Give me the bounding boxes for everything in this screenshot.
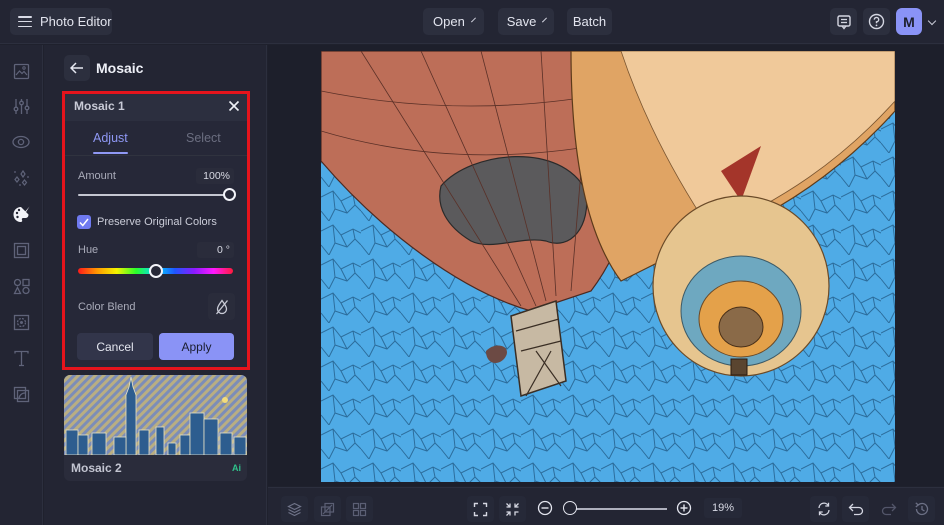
grid-view-button[interactable] — [346, 496, 373, 522]
sparkles-icon — [14, 169, 29, 186]
overlay-icon — [13, 386, 29, 402]
preserve-colors-checkbox[interactable] — [77, 215, 91, 229]
rail-item-text[interactable] — [11, 348, 31, 368]
plus-circle-icon — [676, 500, 692, 516]
feedback-button[interactable] — [830, 8, 857, 35]
checkmark-icon — [79, 218, 89, 227]
zoom-slider[interactable] — [575, 508, 667, 510]
open-button[interactable]: Open — [423, 8, 484, 35]
edited-photo-canvas[interactable] — [321, 51, 895, 482]
hot-air-balloons-mosaic-image — [321, 51, 895, 482]
save-label: Save — [506, 14, 537, 29]
city-skyline-thumbnail — [64, 375, 247, 455]
text-icon — [13, 350, 29, 366]
save-button[interactable]: Save — [498, 8, 554, 35]
fit-to-screen-button[interactable] — [467, 496, 494, 522]
chevron-down-icon — [470, 17, 476, 23]
rail-item-textures[interactable] — [11, 312, 31, 332]
minus-circle-icon — [537, 500, 553, 516]
tab-adjust[interactable]: Adjust — [93, 131, 128, 145]
preset-thumbnail — [64, 375, 247, 455]
history-icon — [914, 502, 928, 516]
preset-card-mosaic-2[interactable]: Mosaic 2 Ai — [64, 375, 247, 481]
refresh-icon — [817, 502, 830, 516]
redo-icon — [881, 503, 896, 516]
texture-icon — [13, 314, 29, 330]
preset-name: Mosaic 2 — [71, 461, 122, 475]
rail-item-adjustments[interactable] — [11, 96, 31, 116]
avatar-initial: M — [903, 13, 915, 30]
hamburger-icon — [18, 16, 32, 27]
zoom-out-button[interactable] — [537, 500, 553, 516]
rail-item-artsy[interactable] — [11, 204, 31, 224]
grid-icon — [352, 502, 367, 516]
tab-select[interactable]: Select — [186, 131, 221, 145]
shrink-icon — [506, 502, 519, 516]
color-blend-button[interactable] — [208, 293, 235, 320]
history-button[interactable] — [908, 496, 935, 522]
zoom-in-button[interactable] — [676, 500, 692, 516]
no-blend-icon — [215, 298, 228, 314]
redo-button[interactable] — [875, 496, 902, 522]
tab-divider — [65, 155, 247, 156]
amount-value-input[interactable]: 100% — [196, 168, 234, 184]
hue-slider-handle[interactable] — [148, 264, 163, 278]
chevron-down-icon — [542, 17, 548, 23]
shapes-icon — [12, 278, 30, 294]
rail-item-frames[interactable] — [11, 240, 31, 260]
artsy-palette-icon — [13, 206, 29, 222]
apply-button[interactable]: Apply — [159, 333, 234, 360]
help-icon — [868, 13, 885, 30]
hue-label: Hue — [78, 244, 99, 256]
compare-button[interactable] — [314, 496, 341, 522]
adjustments-icon — [13, 98, 29, 114]
arrow-left-icon — [70, 62, 83, 74]
amount-slider[interactable] — [78, 194, 230, 196]
undo-button[interactable] — [842, 496, 869, 522]
batch-label: Batch — [572, 14, 607, 29]
frame-icon — [13, 242, 29, 258]
reset-button[interactable] — [810, 496, 837, 522]
panel-title: Mosaic — [96, 60, 144, 76]
actual-size-button[interactable] — [499, 496, 526, 522]
main-menu-button[interactable]: Photo Editor — [10, 8, 112, 35]
zoom-slider-handle[interactable] — [563, 501, 577, 515]
rail-item-effects[interactable] — [11, 132, 31, 152]
feedback-icon — [836, 14, 851, 30]
close-effect-button[interactable] — [227, 99, 241, 113]
user-avatar[interactable]: M — [896, 8, 922, 35]
rail-item-image[interactable] — [11, 61, 31, 81]
preserve-colors-label: Preserve Original Colors — [97, 216, 217, 228]
open-label: Open — [433, 14, 465, 29]
effect-card-title: Mosaic 1 — [74, 99, 125, 113]
active-tab-indicator — [93, 152, 128, 154]
amount-label: Amount — [78, 170, 116, 182]
layers-icon — [287, 502, 302, 516]
zoom-level-value[interactable]: 19% — [704, 498, 742, 518]
color-blend-label: Color Blend — [78, 301, 136, 313]
rail-item-touch-up[interactable] — [11, 168, 31, 188]
layers-button[interactable] — [281, 496, 308, 522]
cancel-button[interactable]: Cancel — [77, 333, 153, 360]
ai-badge: Ai — [232, 463, 241, 473]
rail-item-overlays[interactable] — [11, 384, 31, 404]
app-title: Photo Editor — [40, 14, 112, 29]
undo-icon — [848, 503, 863, 516]
close-icon — [228, 100, 240, 112]
rail-item-graphics[interactable] — [11, 276, 31, 296]
eye-icon — [12, 135, 30, 149]
amount-slider-handle[interactable] — [223, 188, 236, 201]
batch-button[interactable]: Batch — [567, 8, 612, 35]
back-button[interactable] — [64, 55, 90, 81]
help-button[interactable] — [863, 8, 890, 35]
hue-value-input[interactable]: 0 ° — [197, 242, 234, 258]
compare-icon — [320, 502, 335, 516]
fullscreen-icon — [473, 502, 488, 516]
image-icon — [13, 63, 29, 79]
